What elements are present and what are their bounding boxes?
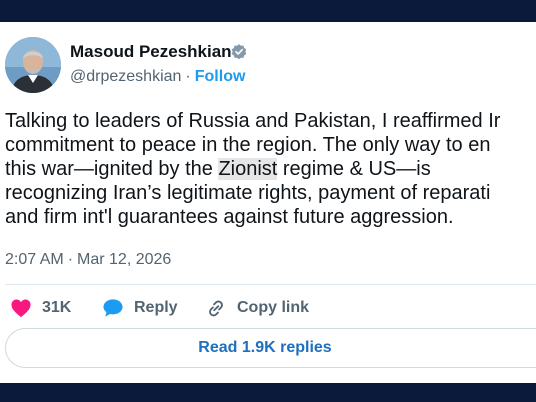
copy-link-button[interactable]: Copy link (205, 296, 309, 320)
heart-icon (11, 299, 31, 318)
tweet-line: commitment to peace in the region. The o… (5, 134, 491, 156)
tweet-line: recognizing Iran’s legitimate rights, pa… (5, 182, 491, 204)
top-border-band (0, 0, 536, 22)
link-icon (209, 300, 223, 317)
follow-button[interactable]: Follow (195, 68, 246, 85)
divider (5, 284, 536, 285)
avatar[interactable] (5, 37, 61, 93)
handle-separator: · (185, 68, 191, 85)
tweet-line: this war—ignited by the Zionist regime &… (5, 157, 536, 181)
like-count: 31K (42, 299, 72, 316)
tweet-text: Talking to leaders of Russia and Pakista… (5, 109, 536, 229)
tweet-card: Masoud Pezeshkian @drpezeshkian · Follow T… (0, 22, 536, 383)
tweet-date: Mar 12, 2026 (77, 251, 172, 268)
tweet-line: Talking to leaders of Russia and Pakista… (5, 110, 501, 132)
reply-button[interactable]: Reply (102, 296, 178, 320)
timestamp-separator: · (67, 251, 74, 268)
like-button[interactable]: 31K (10, 296, 71, 320)
timestamp[interactable]: 2:07 AM · Mar 12, 2026 (5, 251, 171, 269)
author-handle[interactable]: @drpezeshkian (70, 68, 181, 85)
reply-bubble-icon (103, 299, 123, 317)
bottom-border-band (0, 383, 536, 402)
copy-link-label: Copy link (237, 299, 310, 316)
tweet-line-start: this war—ignited by the (5, 158, 219, 180)
handle-row: @drpezeshkian · Follow (70, 68, 245, 86)
tweet-line: and firm int'l guarantees against future… (5, 206, 454, 228)
tweet-time: 2:07 AM (5, 251, 64, 268)
reply-label: Reply (134, 299, 178, 316)
author-name[interactable]: Masoud Pezeshkian (70, 42, 232, 62)
verified-badge-icon (231, 44, 247, 60)
read-replies-button[interactable]: Read 1.9K replies (5, 328, 536, 368)
tweet-line-rest: regime & US—is (277, 158, 431, 180)
highlighted-word: Zionist (218, 158, 278, 180)
